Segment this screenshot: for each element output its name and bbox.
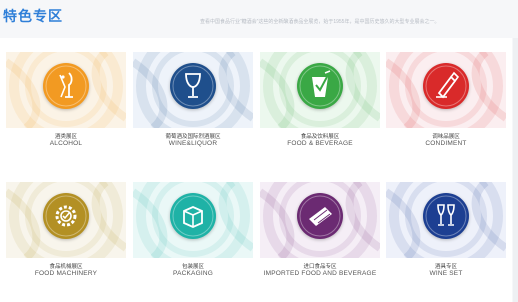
category-label-en: PACKAGING [173,270,213,277]
wine-glass-icon [170,63,216,109]
category-label-cn: 葡萄酒及国际烈酒展区 [165,134,221,140]
category-label-cn: 酒具专区 [434,264,457,270]
wine-pour-icon [43,63,89,109]
category-grid: 酒类展区 ALCOHOL 葡萄酒及国际烈酒展区 WINE&LIQUOR 食品及饮料展区 F… [0,38,512,302]
category-label-en: IMPORTED FOOD AND BEVERAGE [263,270,377,277]
category-card-4[interactable]: 调味品展区 CONDIMENT [386,52,506,164]
category-card-1[interactable]: 酒类展区 ALCOHOL [6,52,126,164]
seasoning-icon [423,63,469,109]
category-tile[interactable] [133,52,253,128]
category-label-cn: 食品机械展区 [49,264,83,270]
category-card-5[interactable]: 食品机械展区 FOOD MACHINERY [6,182,126,294]
category-label-en: WINE&LIQUOR [168,140,218,147]
category-tile[interactable] [6,182,126,258]
category-label-en: ALCOHOL [49,140,83,147]
category-label-cn: 酒类展区 [54,134,77,140]
box-icon [170,193,216,239]
category-label-cn: 进口食品专区 [303,264,337,270]
section-subtitle: 查看中国食品行业“糖酒会”这些的全新酿酒食品全展览，始于1955年，是中国历史悠… [200,19,440,25]
chocolate-bar-icon [297,193,343,239]
category-tile[interactable] [260,182,380,258]
category-label-en: FOOD & BEVERAGE [287,140,353,147]
drink-cup-icon [297,63,343,109]
category-tile[interactable] [386,182,506,258]
category-card-8[interactable]: 酒具专区 WINE SET [386,182,506,294]
category-tile[interactable] [260,52,380,128]
category-tile[interactable] [386,52,506,128]
gear-icon [43,193,89,239]
section-title: 特色专区 [3,8,63,24]
category-card-3[interactable]: 食品及饮料展区 FOOD & BEVERAGE [260,52,380,164]
category-card-7[interactable]: 进口食品专区 IMPORTED FOOD AND BEVERAGE [260,182,380,294]
category-label-cn: 包装展区 [181,264,204,270]
category-label-cn: 食品及饮料展区 [300,134,340,140]
page-header: 特色专区 查看中国食品行业“糖酒会”这些的全新酿酒食品全展览，始于1955年，是… [0,0,518,40]
scrollbar[interactable] [513,38,518,302]
category-label-en: FOOD MACHINERY [34,270,98,277]
category-tile[interactable] [133,182,253,258]
category-label-en: WINE SET [429,270,463,277]
category-tile[interactable] [6,52,126,128]
category-label-cn: 调味品展区 [432,134,460,140]
category-label-en: CONDIMENT [425,140,467,147]
category-card-6[interactable]: 包装展区 PACKAGING [133,182,253,294]
category-card-2[interactable]: 葡萄酒及国际烈酒展区 WINE&LIQUOR [133,52,253,164]
wine-glasses-icon [423,193,469,239]
